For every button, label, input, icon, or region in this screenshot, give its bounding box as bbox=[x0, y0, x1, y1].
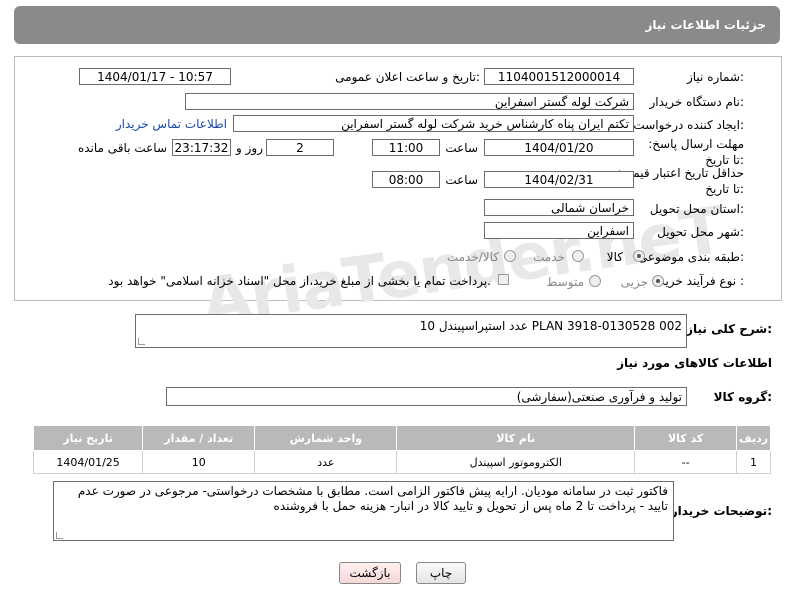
city-label: شهر محل تحویل: bbox=[657, 225, 744, 239]
days-field: 2 bbox=[266, 139, 334, 156]
remaining-time-field: 23:17:32 bbox=[172, 139, 231, 156]
table-row: 1 -- الکتروموتور اسپیندل عدد 10 1404/01/… bbox=[32, 450, 771, 474]
city-field: اسفراین bbox=[484, 222, 634, 239]
province-label: استان محل تحویل: bbox=[649, 202, 744, 216]
requester-label: ایجاد کننده درخواست: bbox=[633, 118, 744, 132]
buyer-contact-link[interactable]: اطلاعات تماس خریدار bbox=[116, 117, 227, 131]
col-code: کد کالا bbox=[634, 425, 738, 451]
category-service-radio[interactable] bbox=[572, 250, 584, 262]
description-field: 10 عدد استپراسپیندل PLAN 3918-0130528 00… bbox=[135, 314, 687, 348]
buyer-org-field: شرکت لوله گستر اسفراین bbox=[185, 93, 634, 110]
treasury-note: پرداخت تمام یا بخشی از مبلغ خرید،از محل … bbox=[108, 274, 491, 288]
buyer-notes-field: فاکتور ثبت در سامانه مودیان. ارایه پیش ف… bbox=[53, 481, 674, 541]
category-goods-label: کالا bbox=[606, 250, 623, 264]
cell-row: 1 bbox=[736, 450, 771, 474]
province-field: خراسان شمالی bbox=[484, 199, 634, 216]
page-title: جزئیات اطلاعات نیاز bbox=[645, 18, 766, 32]
print-button[interactable]: چاپ bbox=[416, 562, 466, 584]
items-table: ردیف کد کالا نام کالا واحد شمارش تعداد /… bbox=[32, 425, 771, 474]
announce-field: 1404/01/17 - 10:57 bbox=[79, 68, 231, 85]
col-qty: تعداد / مقدار bbox=[142, 425, 256, 451]
resize-handle-icon[interactable] bbox=[138, 338, 145, 345]
goods-group-label: گروه کالا: bbox=[713, 390, 772, 404]
validity-time-field: 08:00 bbox=[372, 171, 440, 188]
purchase-type-label: نوع فرآیند خرید : bbox=[659, 274, 744, 288]
deadline-time-field: 11:00 bbox=[372, 139, 440, 156]
col-row: ردیف bbox=[736, 425, 771, 451]
deadline-time-label: ساعت bbox=[445, 141, 478, 155]
cell-qty: 10 bbox=[142, 450, 256, 474]
category-service-label: خدمت bbox=[533, 250, 565, 264]
cell-code: -- bbox=[634, 450, 738, 474]
cell-unit: عدد bbox=[254, 450, 398, 474]
requester-field: تکتم ایران پناه کارشناس خرید شرکت لوله گ… bbox=[233, 115, 634, 132]
need-number-field: 1104001512000014 bbox=[484, 68, 634, 85]
announce-label: تاریخ و ساعت اعلان عمومی: bbox=[335, 70, 480, 84]
buyer-org-label: نام دستگاه خریدار: bbox=[649, 95, 745, 109]
purchase-medium-label: متوسط bbox=[546, 275, 584, 289]
col-unit: واحد شمارش bbox=[254, 425, 398, 451]
purchase-partial-label: جزیی bbox=[620, 275, 648, 289]
deadline-label: مهلت ارسال پاسخ: تا تاریخ: bbox=[648, 137, 744, 167]
category-label: طبقه بندی موضوعی: bbox=[637, 250, 744, 264]
remaining-label: ساعت باقی مانده bbox=[77, 141, 167, 155]
purchase-medium-radio[interactable] bbox=[589, 275, 601, 287]
days-label: روز و bbox=[236, 141, 263, 155]
deadline-date-field: 1404/01/20 bbox=[484, 139, 634, 156]
notes-resize-handle-icon[interactable] bbox=[56, 532, 63, 539]
page-header: جزئیات اطلاعات نیاز bbox=[14, 6, 780, 44]
back-button[interactable]: بازگشت bbox=[339, 562, 401, 584]
description-label: شرح کلی نیاز: bbox=[686, 322, 772, 336]
goods-section-title: اطلاعات کالاهای مورد نیاز bbox=[617, 356, 772, 370]
col-date: تاریخ نیاز bbox=[32, 425, 144, 451]
category-goods-radio[interactable] bbox=[633, 250, 645, 262]
cell-name: الکتروموتور اسپیندل bbox=[396, 450, 636, 474]
cell-date: 1404/01/25 bbox=[32, 450, 144, 474]
category-goods-service-label: کالا/خدمت bbox=[446, 250, 499, 264]
table-header-row: ردیف کد کالا نام کالا واحد شمارش تعداد /… bbox=[32, 425, 771, 451]
validity-date-field: 1404/02/31 bbox=[484, 171, 634, 188]
col-name: نام کالا bbox=[396, 425, 636, 451]
goods-group-field: تولید و فرآوری صنعتی(سفارشی) bbox=[166, 387, 687, 406]
need-number-label: شماره نیاز: bbox=[686, 70, 744, 84]
buyer-notes-label: توضیحات خریدار: bbox=[670, 504, 772, 518]
treasury-bonds-checkbox[interactable] bbox=[498, 274, 509, 285]
validity-time-label: ساعت bbox=[445, 173, 478, 187]
purchase-partial-radio[interactable] bbox=[652, 275, 664, 287]
category-goods-service-radio[interactable] bbox=[504, 250, 516, 262]
